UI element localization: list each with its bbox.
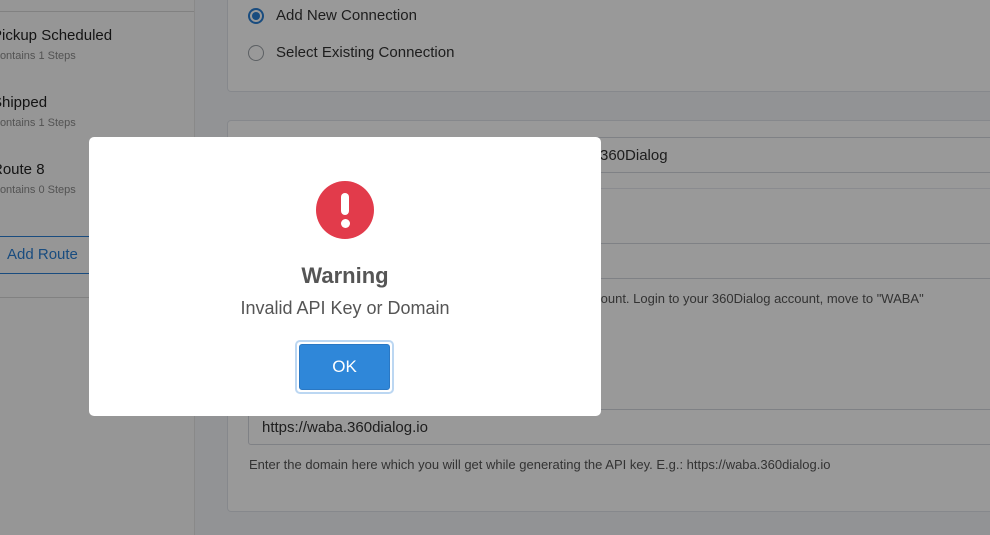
warning-exclamation-icon [316, 181, 374, 239]
dialog-message: Invalid API Key or Domain [240, 298, 450, 318]
ok-button-focus-ring: OK [295, 340, 394, 394]
ok-button[interactable]: OK [299, 344, 390, 390]
dialog-title: Warning [301, 263, 389, 288]
warning-dialog: Warning Invalid API Key or Domain OK [89, 137, 601, 416]
